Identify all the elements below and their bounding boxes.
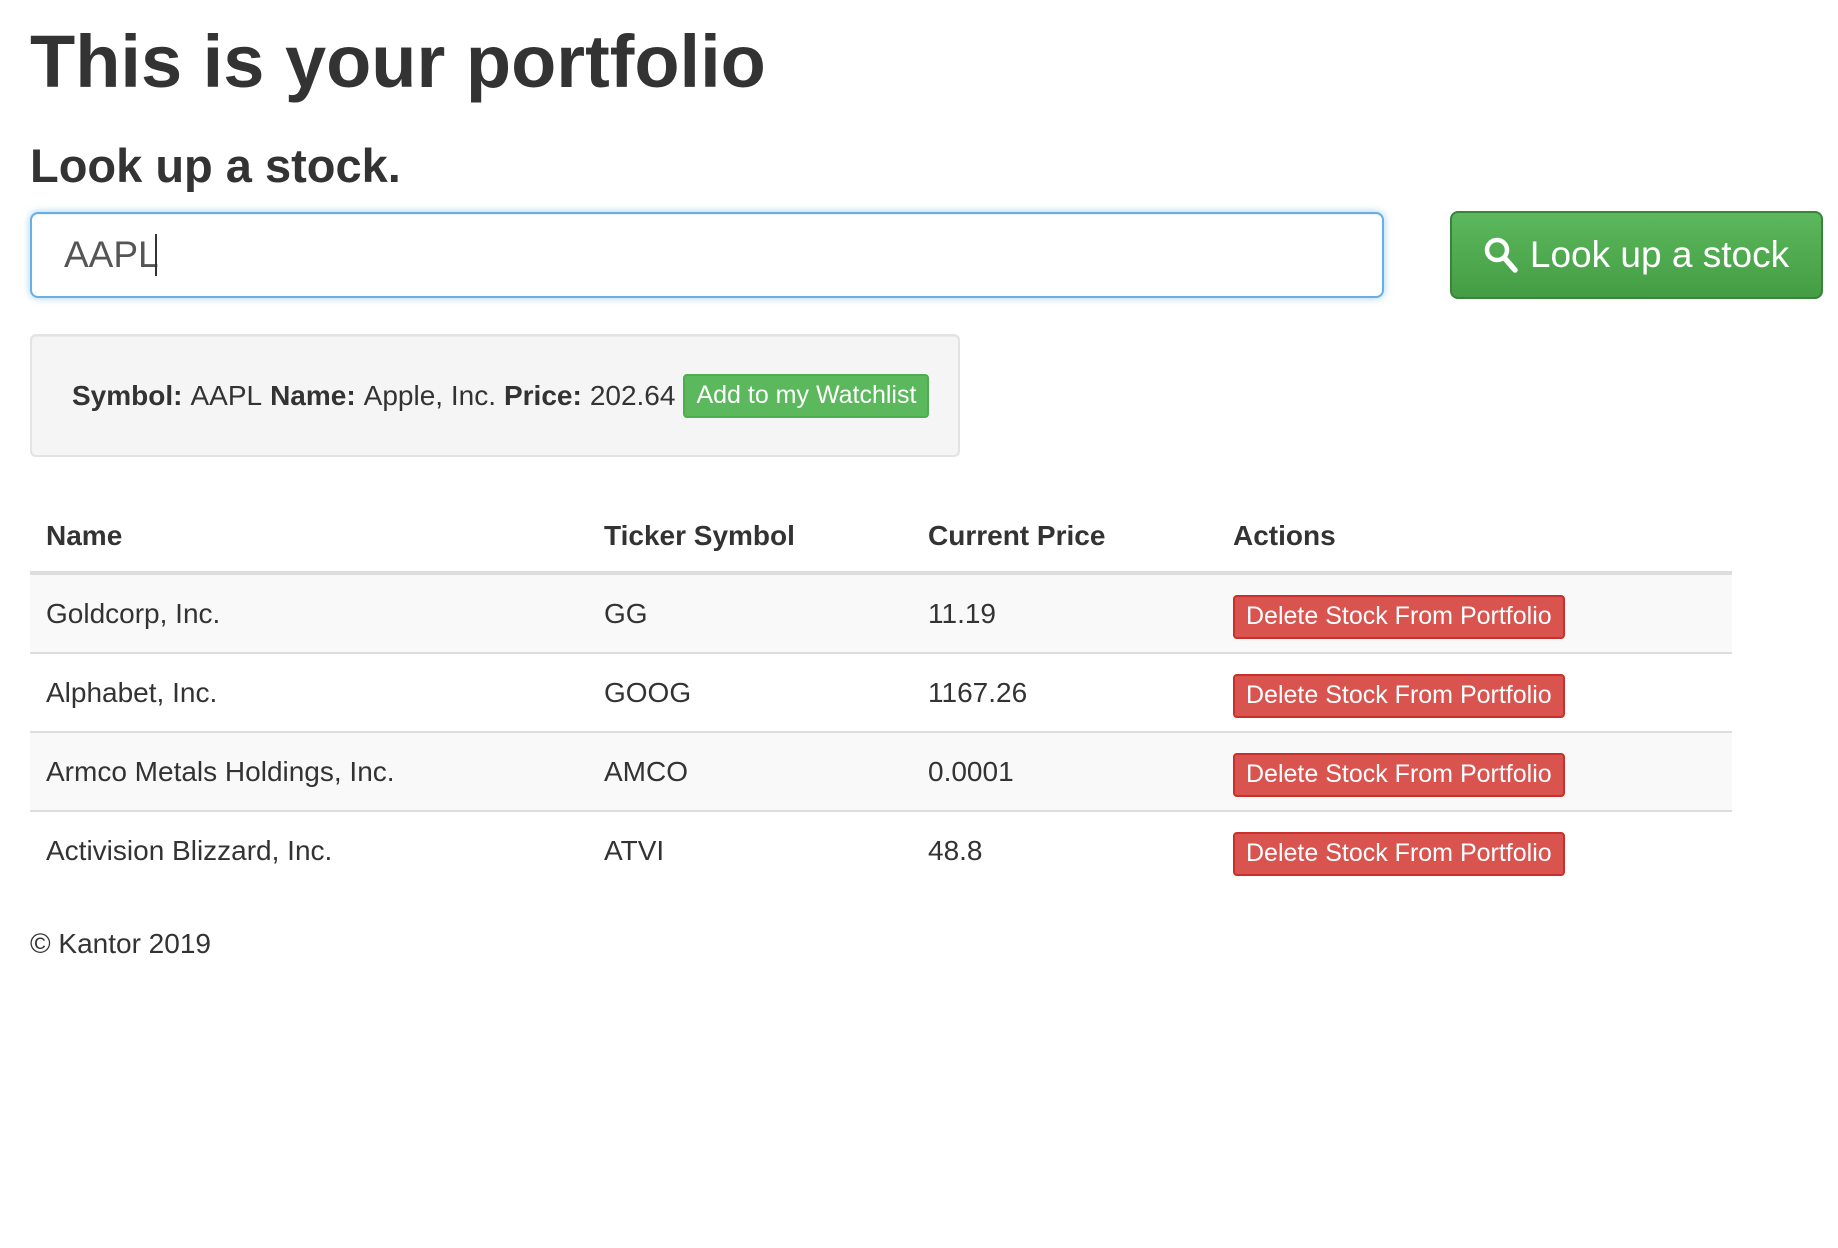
column-header-ticker: Ticker Symbol	[588, 500, 912, 575]
actions-cell: Delete Stock From Portfolio	[1217, 731, 1732, 811]
ticker-cell: GOOG	[588, 652, 912, 732]
delete-stock-button[interactable]: Delete Stock From Portfolio	[1233, 831, 1565, 876]
portfolio-table: Name Ticker Symbol Current Price Actions…	[30, 500, 1732, 889]
symbol-label: Symbol:	[72, 379, 183, 411]
ticker-cell: ATVI	[588, 810, 912, 889]
stock-name-cell: Goldcorp, Inc.	[30, 573, 588, 653]
table-row: Activision Blizzard, Inc. ATVI 48.8 Dele…	[30, 810, 1732, 889]
delete-stock-button[interactable]: Delete Stock From Portfolio	[1233, 594, 1565, 639]
footer-copyright: © Kantor 2019	[30, 928, 211, 959]
ticker-cell: GG	[588, 573, 912, 653]
stock-name-cell: Activision Blizzard, Inc.	[30, 810, 588, 889]
stock-search-input[interactable]	[30, 212, 1384, 298]
table-row: Alphabet, Inc. GOOG 1167.26 Delete Stock…	[30, 652, 1732, 732]
name-label: Name:	[270, 379, 356, 411]
symbol-value: AAPL	[190, 379, 263, 411]
price-cell: 48.8	[912, 810, 1217, 889]
price-cell: 1167.26	[912, 652, 1217, 732]
table-row: Armco Metals Holdings, Inc. AMCO 0.0001 …	[30, 731, 1732, 811]
stock-name-cell: Alphabet, Inc.	[30, 652, 588, 732]
page-title: This is your portfolio	[30, 20, 766, 103]
price-value: 202.64	[589, 379, 676, 411]
search-icon	[1484, 237, 1518, 273]
stock-result-panel: Symbol: AAPL Name: Apple, Inc. Price: 20…	[30, 334, 960, 457]
page: This is your portfolio Look up a stock. …	[0, 0, 1838, 1248]
column-header-actions: Actions	[1217, 500, 1732, 575]
price-cell: 11.19	[912, 573, 1217, 653]
table-row: Goldcorp, Inc. GG 11.19 Delete Stock Fro…	[30, 573, 1732, 653]
price-cell: 0.0001	[912, 731, 1217, 811]
column-header-price: Current Price	[912, 500, 1217, 575]
price-label: Price:	[503, 379, 582, 411]
text-caret	[155, 234, 157, 276]
look-up-stock-label: Look up a stock	[1529, 234, 1790, 275]
lookup-heading: Look up a stock.	[30, 139, 401, 192]
stock-name-cell: Armco Metals Holdings, Inc.	[30, 731, 588, 811]
column-header-name: Name	[30, 500, 588, 575]
actions-cell: Delete Stock From Portfolio	[1217, 652, 1732, 732]
add-to-watchlist-button[interactable]: Add to my Watchlist	[683, 373, 930, 418]
actions-cell: Delete Stock From Portfolio	[1217, 810, 1732, 889]
look-up-stock-button[interactable]: Look up a stock	[1450, 211, 1823, 299]
table-header-row: Name Ticker Symbol Current Price Actions	[30, 500, 1732, 575]
name-value: Apple, Inc.	[363, 379, 496, 411]
ticker-cell: AMCO	[588, 731, 912, 811]
delete-stock-button[interactable]: Delete Stock From Portfolio	[1233, 673, 1565, 718]
actions-cell: Delete Stock From Portfolio	[1217, 573, 1732, 653]
delete-stock-button[interactable]: Delete Stock From Portfolio	[1233, 752, 1565, 797]
